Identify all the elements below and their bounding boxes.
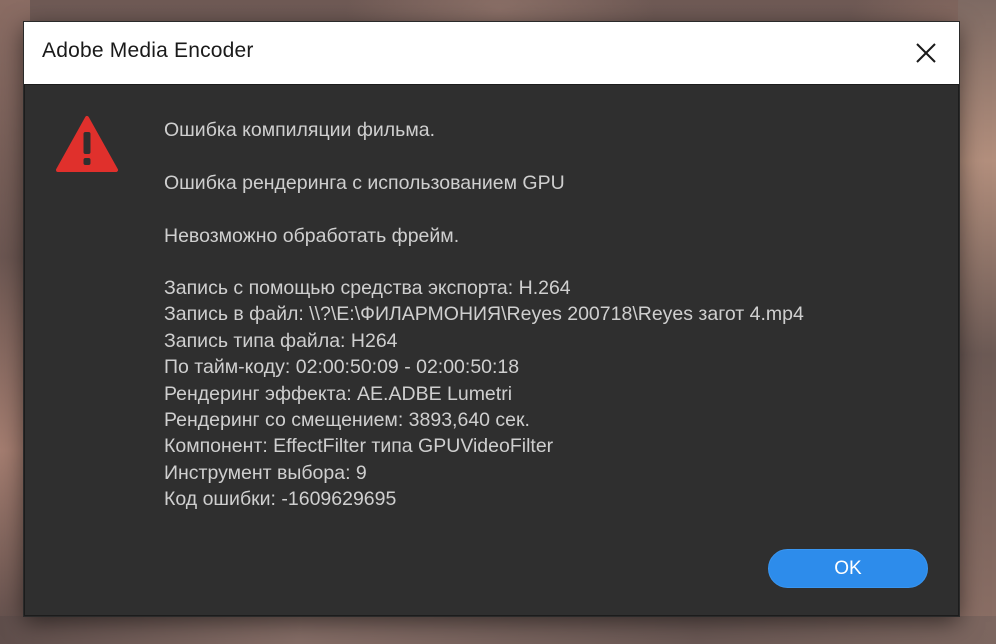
warning-triangle-icon xyxy=(55,115,119,173)
detail-component: Компонент: EffectFilter типа GPUVideoFil… xyxy=(164,435,554,458)
detail-error-code: Код ошибки: -1609629695 xyxy=(164,488,397,511)
close-icon xyxy=(916,43,936,63)
error-message-frame: Невозможно обработать фрейм. xyxy=(164,225,460,247)
window-title: Adobe Media Encoder xyxy=(42,39,254,62)
detail-file-type: Запись типа файла: H264 xyxy=(164,329,398,352)
background-blur-right xyxy=(958,0,996,644)
error-message-gpu: Ошибка рендеринга с использованием GPU xyxy=(164,172,565,194)
error-details: Запись с помощью средства экспорта: H.26… xyxy=(164,275,804,513)
detail-offset: Рендеринг со смещением: 3893,640 сек. xyxy=(164,408,530,431)
detail-timecode: По тайм-коду: 02:00:50:09 - 02:00:50:18 xyxy=(164,356,520,379)
detail-exporter: Запись с помощью средства экспорта: H.26… xyxy=(164,277,571,299)
close-button[interactable] xyxy=(911,38,941,68)
background-blur-bottom xyxy=(0,616,996,644)
detail-effect: Рендеринг эффекта: AE.ADBE Lumetri xyxy=(164,382,513,405)
detail-file-path: Запись в файл: \\?\E:\ФИЛАРМОНИЯ\Reyes 2… xyxy=(164,303,804,326)
detail-selector: Инструмент выбора: 9 xyxy=(164,461,367,484)
title-bar[interactable]: Adobe Media Encoder xyxy=(24,22,959,85)
ok-button[interactable]: OK xyxy=(768,549,928,588)
dialog-body: Ошибка компиляции фильма. Ошибка рендери… xyxy=(24,84,959,616)
error-message-title: Ошибка компиляции фильма. xyxy=(164,119,436,141)
error-dialog: Adobe Media Encoder Ошибка компиляции фи… xyxy=(24,22,959,616)
